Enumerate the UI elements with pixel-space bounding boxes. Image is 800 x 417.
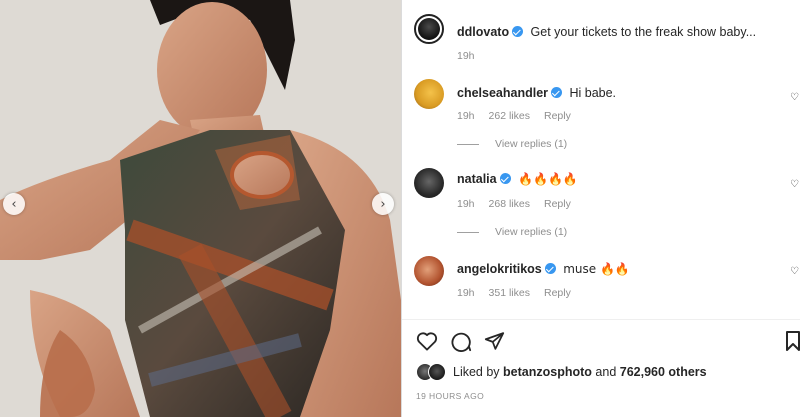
share-button[interactable] bbox=[484, 330, 518, 352]
author-username[interactable]: ddlovato bbox=[457, 25, 509, 39]
comment-icon bbox=[451, 332, 472, 352]
author-avatar[interactable] bbox=[414, 14, 444, 44]
liker-avatar[interactable] bbox=[428, 363, 446, 381]
verified-badge-icon bbox=[499, 173, 511, 184]
comment-heart-icon[interactable]: ♡ bbox=[790, 92, 800, 103]
heart-icon bbox=[416, 332, 438, 351]
like-button[interactable] bbox=[416, 330, 450, 352]
likes-count[interactable]: 762,960 others bbox=[620, 365, 707, 379]
reply-button[interactable]: Reply bbox=[544, 287, 571, 299]
liked-by-text: Liked by betanzosphoto and 762,960 other… bbox=[453, 365, 707, 379]
comment-username[interactable]: natalia bbox=[457, 172, 497, 186]
verified-badge-icon bbox=[551, 87, 563, 98]
chevron-left-icon: ‹ bbox=[11, 196, 17, 212]
comment: chelseahandler Hi babe. bbox=[457, 84, 616, 102]
chevron-right-icon: › bbox=[380, 196, 386, 212]
comment-time[interactable]: 19h bbox=[457, 198, 475, 210]
comment: natalia 🔥🔥🔥🔥 bbox=[457, 170, 578, 188]
view-replies-label: View replies (1) bbox=[495, 138, 568, 150]
caption-text: Get your tickets to the freak show baby.… bbox=[530, 25, 757, 39]
author-avatar-image bbox=[418, 18, 440, 40]
verified-badge-icon bbox=[544, 263, 556, 274]
post-side-panel: ddlovato Get your tickets to the freak s… bbox=[402, 0, 800, 417]
comment-username[interactable]: chelseahandler bbox=[457, 86, 548, 100]
caption-time[interactable]: 19h bbox=[457, 50, 475, 62]
post-photo[interactable]: ‹ › bbox=[0, 0, 401, 417]
comment-button[interactable] bbox=[450, 330, 484, 352]
view-replies-label: View replies (1) bbox=[495, 226, 568, 238]
reply-button[interactable]: Reply bbox=[544, 110, 571, 122]
comment-avatar[interactable] bbox=[414, 79, 444, 109]
comment-text: Hi babe. bbox=[569, 86, 617, 100]
previous-photo-button[interactable]: ‹ bbox=[3, 193, 25, 215]
comment-likes[interactable]: 262 likes bbox=[489, 110, 530, 122]
share-icon bbox=[484, 332, 505, 350]
save-button[interactable] bbox=[786, 331, 800, 356]
comment-text: muse 🔥🔥 bbox=[563, 262, 630, 276]
view-replies-button[interactable]: View replies (1) bbox=[457, 226, 567, 238]
liked-by-prefix: Liked by bbox=[453, 365, 500, 379]
comment-avatar[interactable] bbox=[414, 168, 444, 198]
next-photo-button[interactable]: › bbox=[372, 193, 394, 215]
liked-by: Liked by betanzosphoto and 762,960 other… bbox=[416, 363, 707, 381]
replies-line bbox=[457, 231, 479, 233]
comment-likes[interactable]: 268 likes bbox=[489, 198, 530, 210]
reply-button[interactable]: Reply bbox=[544, 198, 571, 210]
view-replies-button[interactable]: View replies (1) bbox=[457, 138, 567, 150]
comment-heart-icon[interactable]: ♡ bbox=[790, 179, 800, 190]
comment-meta: 19h 268 likes Reply bbox=[457, 198, 585, 210]
comment-likes[interactable]: 351 likes bbox=[489, 287, 530, 299]
comment: angelokritikos muse 🔥🔥 bbox=[457, 260, 630, 278]
comment-meta: 19h 351 likes Reply bbox=[457, 287, 585, 299]
comment-time[interactable]: 19h bbox=[457, 110, 475, 122]
comment-heart-icon[interactable]: ♡ bbox=[790, 266, 800, 277]
action-bar bbox=[416, 330, 518, 352]
comment-avatar[interactable] bbox=[414, 256, 444, 286]
liked-by-user[interactable]: betanzosphoto bbox=[503, 365, 592, 379]
photo-illustration bbox=[0, 0, 401, 417]
verified-badge-icon bbox=[512, 26, 524, 37]
comment-text: 🔥🔥🔥🔥 bbox=[518, 172, 578, 186]
bookmark-icon bbox=[786, 331, 800, 351]
actions-divider bbox=[402, 319, 800, 320]
liked-by-and: and bbox=[595, 365, 617, 379]
comment-username[interactable]: angelokritikos bbox=[457, 262, 542, 276]
post-timestamp[interactable]: 19 HOURS AGO bbox=[416, 391, 484, 401]
replies-line bbox=[457, 143, 479, 145]
comment-meta: 19h 262 likes Reply bbox=[457, 110, 585, 122]
comment-time[interactable]: 19h bbox=[457, 287, 475, 299]
caption: ddlovato Get your tickets to the freak s… bbox=[457, 23, 756, 41]
